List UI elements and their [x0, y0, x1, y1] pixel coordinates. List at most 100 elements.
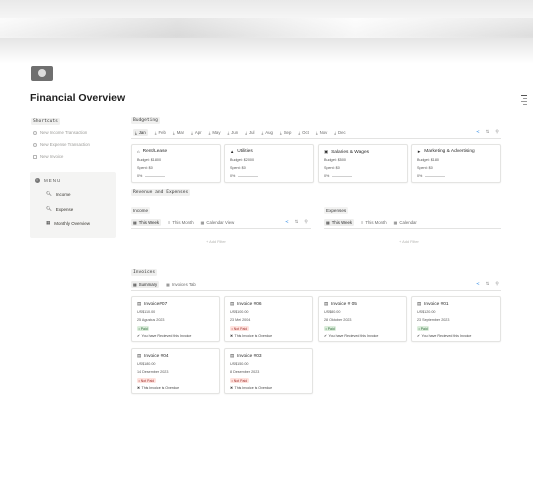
check-icon: ✔	[137, 334, 141, 338]
progress-bar	[332, 176, 352, 177]
document-icon: ▤	[230, 301, 235, 306]
budgeting-toolbar: ≺ ⇅ ⚲	[476, 129, 499, 135]
status-badge: • Paid	[324, 326, 337, 331]
new-expense-shortcut[interactable]: New Expense Transaction	[33, 142, 90, 147]
tab-jun[interactable]: ⤓ Jun	[227, 130, 238, 135]
tab-feb[interactable]: ⤓ Feb	[155, 130, 166, 135]
sort-icon[interactable]: ⇅	[486, 281, 490, 287]
tab-income-this-week[interactable]: ▦ This Week	[131, 219, 161, 226]
filter-icon[interactable]: ≺	[285, 219, 289, 225]
menu-item-income[interactable]: 🔍︎ Income	[46, 191, 70, 197]
download-icon: ⤓	[154, 130, 157, 135]
download-icon: ⤓	[135, 130, 137, 135]
budget-card-utilities[interactable]: ▲ Utilities Budget: $2000 Spent: $0 0%	[224, 144, 314, 183]
expenses-label: Expenses	[324, 207, 349, 214]
menu-item-expense[interactable]: 🔍︎ Expense	[46, 206, 73, 212]
invoices-toolbar: ≺ ⇅ ⚲	[476, 281, 499, 287]
tab-nov[interactable]: ⤓ Nov	[316, 130, 327, 135]
wallet-icon: ▣	[324, 149, 329, 154]
outline-indicator[interactable]	[521, 95, 527, 107]
menu-panel: i MENU 🔍︎ Income 🔍︎ Expense ▦ Monthly Overvi…	[30, 172, 116, 238]
add-icon	[33, 130, 37, 135]
status-badge: • Not Paid	[230, 378, 249, 383]
income-add-filter[interactable]: + Add Filter	[206, 239, 226, 244]
invoices-tabs: ▦ Summary ▦ Invoices Tab	[131, 281, 203, 288]
megaphone-icon: ►	[417, 149, 422, 154]
income-toolbar: ≺ ⇅ ⚲	[285, 219, 308, 225]
search-icon[interactable]: ⚲	[495, 281, 498, 287]
download-icon: ⤓	[261, 130, 264, 135]
invoice-card[interactable]: ▤ Invoice #06 US$100.00 23 Mei 2004 • Not…	[224, 296, 313, 342]
money-icon[interactable]	[31, 66, 53, 81]
tab-expenses-this-week[interactable]: ▦ This Week	[324, 219, 354, 226]
sort-icon[interactable]: ⇅	[295, 219, 299, 225]
invoice-card[interactable]: ▤ Invoice #01 US$120.00 23 September 2023…	[411, 296, 501, 342]
tab-summary[interactable]: ▦ Summary	[131, 281, 160, 288]
income-label: Income	[131, 207, 151, 214]
status-badge: • Paid	[137, 326, 150, 331]
invoice-card[interactable]: ▤ Invoice #04 US$180.00 14 Desember 2023 …	[131, 348, 220, 394]
document-icon: ▤	[137, 301, 142, 306]
invoice-card[interactable]: ▤ Invoice #03 US$150.00 8 Desember 2023 •…	[224, 348, 313, 394]
filter-icon[interactable]: ≺	[476, 281, 480, 287]
filter-icon[interactable]: ≺	[476, 129, 480, 135]
tab-apr[interactable]: ⤓ Apr	[191, 130, 201, 135]
shortcuts-heading: Shortcuts	[31, 118, 60, 125]
document-icon: ▤	[417, 301, 422, 306]
document-icon: ▤	[137, 353, 142, 358]
sort-icon[interactable]: ⇅	[486, 129, 490, 135]
home-icon: ⌂	[137, 149, 140, 154]
tab-income-calendar[interactable]: ▦ Calendar View	[201, 220, 235, 225]
cross-icon: ✖	[230, 386, 234, 390]
divider	[324, 228, 501, 229]
search-icon: 🔍︎	[46, 206, 52, 211]
tab-aug[interactable]: ⤓ Aug	[261, 130, 272, 135]
invoice-card[interactable]: ▤ Invoice#07 US$110.00 25 Agustus 2023 • …	[131, 296, 220, 342]
expenses-tabs: ▦ This Week ≡ This Month ▦ Calendar	[324, 219, 424, 226]
progress-bar	[145, 176, 165, 177]
download-icon: ⤓	[191, 130, 193, 135]
info-icon: i	[35, 178, 40, 183]
download-icon: ⤓	[315, 130, 318, 135]
tab-income-this-month[interactable]: ≡ This Month	[168, 220, 194, 225]
download-icon: ⤓	[298, 130, 301, 135]
check-icon: ✔	[417, 334, 421, 338]
new-income-shortcut[interactable]: New Income Transaction	[33, 130, 87, 135]
tab-dec[interactable]: ⤓ Dec	[334, 130, 345, 135]
tab-jan[interactable]: ⤓ Jan	[133, 129, 148, 136]
tab-sep[interactable]: ⤓ Sep	[280, 130, 291, 135]
budget-card-rent[interactable]: ⌂ Rent/Lease Budget: $1800 Spent: $0 0%	[131, 144, 221, 183]
gallery-icon: ▦	[133, 282, 137, 287]
search-icon[interactable]: ⚲	[304, 219, 307, 225]
list-icon: ≡	[168, 220, 171, 225]
divider	[131, 138, 501, 139]
document-icon: ▤	[324, 301, 329, 306]
search-icon[interactable]: ⚲	[495, 129, 498, 135]
tab-expenses-calendar[interactable]: ▦ Calendar	[394, 220, 417, 225]
tab-expenses-this-month[interactable]: ≡ This Month	[361, 220, 387, 225]
budget-card-marketing[interactable]: ► Marketing & Advertising Budget: $180 Sp…	[411, 144, 501, 183]
tab-may[interactable]: ⤓ May	[209, 130, 221, 135]
download-icon: ⤓	[245, 130, 247, 135]
new-invoice-shortcut[interactable]: New Invoice	[33, 154, 63, 159]
expenses-add-filter[interactable]: + Add Filter	[399, 239, 419, 244]
download-icon: ⤓	[172, 130, 175, 135]
tab-invoices[interactable]: ▦ Invoices Tab	[166, 282, 196, 287]
budgeting-heading: Budgeting	[131, 117, 160, 124]
download-icon: ⤓	[227, 130, 230, 135]
tab-mar[interactable]: ⤓ Mar	[173, 130, 184, 135]
tab-jul[interactable]: ⤓ Jul	[245, 130, 254, 135]
tab-oct[interactable]: ⤓ Oct	[298, 130, 308, 135]
status-badge: • Paid	[417, 326, 430, 331]
divider	[131, 228, 311, 229]
menu-item-monthly-overview[interactable]: ▦ Monthly Overview	[46, 220, 90, 226]
revenue-heading: Revenue and Expenses	[131, 189, 191, 196]
budget-card-salaries[interactable]: ▣ Salaries & Wages Budget: $500 Spent: $0…	[318, 144, 408, 183]
invoice-card[interactable]: ▤ Invoice # 05 US$80.00 28 Oktober 2023 •…	[318, 296, 407, 342]
check-icon: ✔	[324, 334, 328, 338]
document-icon: ▤	[230, 353, 235, 358]
progress-bar	[238, 176, 258, 177]
search-icon: 🔍︎	[46, 191, 52, 196]
download-icon: ⤓	[334, 130, 337, 135]
table-icon: ▦	[326, 220, 330, 225]
